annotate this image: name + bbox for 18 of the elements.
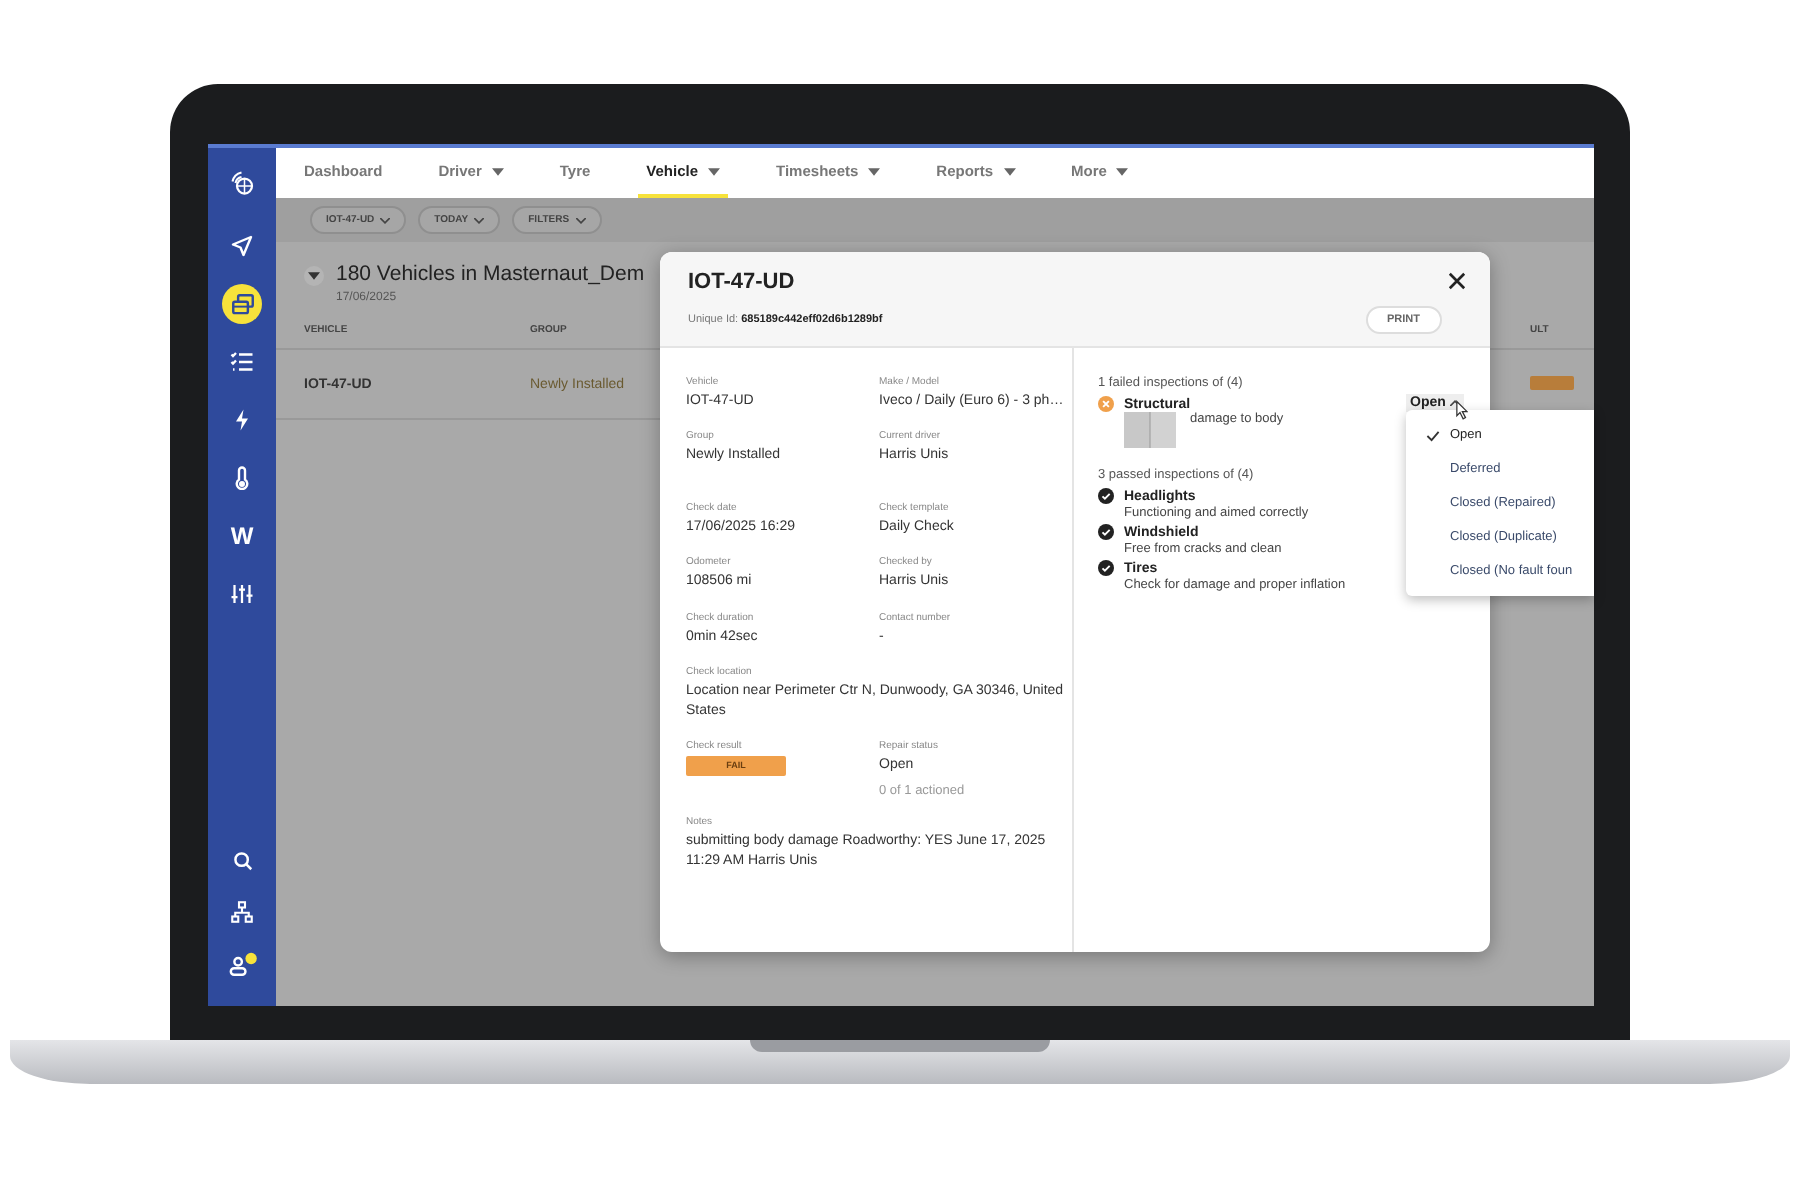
check-icon [1098, 560, 1114, 576]
fail-icon [1098, 396, 1114, 412]
caret-icon [575, 217, 586, 223]
check-icon [1098, 524, 1114, 540]
collapse-button[interactable] [304, 266, 324, 286]
result-bar [1530, 375, 1574, 389]
user-icon[interactable] [227, 952, 257, 978]
caret-icon [474, 217, 485, 223]
caret-icon [380, 217, 391, 223]
sidebar-item[interactable]: W [222, 516, 262, 556]
globe-signal-icon [227, 168, 257, 198]
dialog-title: IOT-47-UD [688, 270, 795, 294]
network-icon[interactable] [230, 900, 254, 924]
page-title: 180 Vehicles in Masternaut_Dem [336, 262, 645, 286]
vehicles-icon[interactable] [222, 284, 262, 324]
search-icon[interactable] [231, 850, 253, 872]
close-icon[interactable] [1448, 272, 1466, 290]
check-icon [1098, 488, 1114, 504]
